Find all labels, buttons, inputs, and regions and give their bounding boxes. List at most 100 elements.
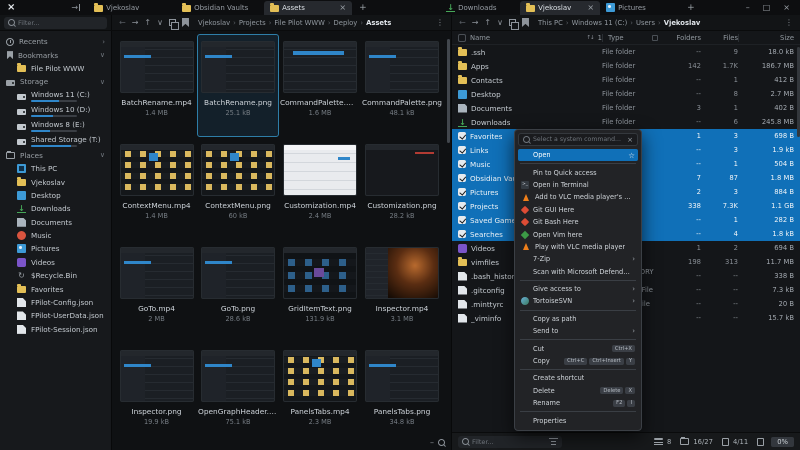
sidebar-item-desktop[interactable]: Desktop bbox=[0, 189, 111, 202]
grid-item-commandpalette-mp4[interactable]: CommandPalette.mp41.6 MB bbox=[279, 34, 361, 137]
column-name[interactable]: Name bbox=[470, 34, 490, 42]
file-row-ssh[interactable]: .sshFile folder--918.0 kB bbox=[452, 45, 800, 59]
back-icon[interactable]: ← bbox=[116, 18, 129, 28]
file-row-downloads[interactable]: ↓DownloadsFile folder--6245.8 MB bbox=[452, 115, 800, 129]
close-icon[interactable]: × bbox=[587, 3, 594, 12]
up-icon[interactable]: ↑ bbox=[141, 18, 154, 28]
file-row-documents[interactable]: DocumentsFile folder31402 B bbox=[452, 101, 800, 115]
more-options-icon[interactable]: ⋮ bbox=[782, 18, 796, 28]
breadcrumb-item[interactable]: Assets bbox=[366, 19, 391, 27]
star-icon[interactable]: ☆ bbox=[628, 151, 635, 160]
breadcrumb-item[interactable]: This PC bbox=[538, 19, 563, 27]
file-row-desktop[interactable]: DesktopFile folder--82.7 MB bbox=[452, 87, 800, 101]
grid-item-batchrename-mp4[interactable]: BatchRename.mp41.4 MB bbox=[116, 34, 197, 137]
menu-item-cut[interactable]: CutCtrl+X bbox=[518, 342, 638, 354]
checkbox[interactable] bbox=[458, 230, 466, 238]
sidebar-item-fpilot-userdata-json[interactable]: FPilot-UserData.json bbox=[0, 309, 111, 322]
column-type[interactable]: Type bbox=[608, 34, 624, 42]
checkbox[interactable] bbox=[458, 174, 466, 182]
grid-item-customization-mp4[interactable]: Customization.mp42.4 MB bbox=[279, 137, 361, 240]
sidebar-item-windows-10-d[interactable]: Windows 10 (D:) bbox=[0, 104, 111, 119]
menu-item-scan-with-microsoft-defender[interactable]: Scan with Microsoft Defender... bbox=[518, 266, 638, 278]
column-folders[interactable]: Folders bbox=[664, 34, 701, 42]
sort-icon[interactable]: ↑↓ bbox=[586, 35, 593, 41]
tab-assets[interactable]: Assets× bbox=[264, 1, 352, 15]
tab-obsidian-vaults[interactable]: Obsidian Vaults bbox=[176, 1, 264, 15]
grid-item-commandpalette-png[interactable]: CommandPalette.png48.1 kB bbox=[361, 34, 443, 137]
back-icon[interactable]: ← bbox=[456, 18, 469, 28]
sidebar-item-music[interactable]: Music bbox=[0, 229, 111, 242]
sidebar-item-windows-11-c[interactable]: Windows 11 (C:) bbox=[0, 89, 111, 104]
checkbox[interactable] bbox=[458, 188, 466, 196]
menu-item-git-bash-here[interactable]: Git Bash Here bbox=[518, 216, 638, 228]
sidebar-item-downloads[interactable]: ↓Downloads bbox=[0, 202, 111, 215]
new-tab-button[interactable]: + bbox=[352, 3, 374, 13]
menu-item-7-zip[interactable]: 7-Zip› bbox=[518, 253, 638, 265]
menu-item-rename[interactable]: RenameF2I bbox=[518, 397, 638, 409]
menu-item-git-gui-here[interactable]: Git GUI Here bbox=[518, 204, 638, 216]
close-button[interactable]: × bbox=[783, 3, 790, 12]
close-icon[interactable]: × bbox=[339, 3, 346, 12]
sidebar-item-pictures[interactable]: Pictures bbox=[0, 242, 111, 255]
breadcrumb-item[interactable]: Vjekoslav bbox=[198, 19, 230, 27]
sidebar-filter[interactable] bbox=[4, 17, 107, 29]
sidebar-item-this-pc[interactable]: This PC bbox=[0, 162, 111, 175]
sidebar-item-recycle-bin[interactable]: ↻$Recycle.Bin bbox=[0, 269, 111, 282]
menu-item-open[interactable]: Open☆ bbox=[518, 149, 638, 161]
select-all-checkbox[interactable] bbox=[458, 34, 466, 42]
bookmark-icon[interactable] bbox=[522, 18, 529, 27]
history-chevron-icon[interactable]: ∨ bbox=[154, 18, 166, 28]
grid-item-opengraphheader-png[interactable]: OpenGraphHeader.png75.1 kB bbox=[197, 343, 279, 446]
grid-item-contextmenu-mp4[interactable]: ContextMenu.mp41.4 MB bbox=[116, 137, 197, 240]
sidebar-section-recents[interactable]: Recents› bbox=[0, 35, 111, 48]
list-filter-input[interactable] bbox=[472, 438, 546, 446]
grid-item-goto-mp4[interactable]: GoTo.mp42 MB bbox=[116, 240, 197, 343]
sidebar-item-documents[interactable]: Documents bbox=[0, 216, 111, 229]
new-tab-button[interactable]: + bbox=[680, 3, 702, 13]
menu-item-play-with-vlc-media-player[interactable]: Play with VLC media player bbox=[518, 241, 638, 253]
breadcrumb-item[interactable]: Users bbox=[636, 19, 655, 27]
grid-item-griditemtext-png[interactable]: GridItemText.png131.9 kB bbox=[279, 240, 361, 343]
sidebar-item-fpilot-session-json[interactable]: FPilot-Session.json bbox=[0, 323, 111, 336]
menu-item-give-access-to[interactable]: Give access to› bbox=[518, 283, 638, 295]
checkbox[interactable] bbox=[458, 216, 466, 224]
menu-item-open-vim-here[interactable]: Open Vim here bbox=[518, 228, 638, 240]
column-option-icon[interactable] bbox=[652, 35, 658, 41]
grid-item-contextmenu-png[interactable]: ContextMenu.png60 kB bbox=[197, 137, 279, 240]
sidebar-section-places[interactable]: Places∨ bbox=[0, 149, 111, 162]
checkbox[interactable] bbox=[458, 132, 466, 140]
grid-item-batchrename-png[interactable]: BatchRename.png25.1 kB bbox=[197, 34, 279, 137]
menu-item-copy-as-path[interactable]: Copy as path bbox=[518, 313, 638, 325]
breadcrumb-item[interactable]: Projects bbox=[239, 19, 266, 27]
file-row-contacts[interactable]: ContactsFile folder--1412 B bbox=[452, 73, 800, 87]
menu-item-pin-to-quick-access[interactable]: Pin to Quick access bbox=[518, 166, 638, 178]
grid-item-customization-png[interactable]: Customization.png28.2 kB bbox=[361, 137, 443, 240]
history-chevron-icon[interactable]: ∨ bbox=[494, 18, 506, 28]
menu-item-tortoisesvn[interactable]: TortoiseSVN› bbox=[518, 295, 638, 307]
command-search-input[interactable] bbox=[533, 136, 624, 143]
sidebar-section-bookmarks[interactable]: Bookmarks∨ bbox=[0, 48, 111, 61]
checkbox[interactable] bbox=[458, 146, 466, 154]
sidebar-item-vjekoslav[interactable]: Vjekoslav bbox=[0, 175, 111, 188]
forward-icon[interactable]: → bbox=[469, 18, 482, 28]
grid-item-inspector-mp4[interactable]: Inspector.mp43.1 MB bbox=[361, 240, 443, 343]
sidebar-item-fpilot-config-json[interactable]: FPilot-Config.json bbox=[0, 296, 111, 309]
copy-path-icon[interactable] bbox=[169, 19, 176, 26]
scrollbar[interactable] bbox=[447, 39, 450, 143]
maximize-button[interactable]: □ bbox=[763, 3, 771, 12]
sidebar-item-videos[interactable]: Videos bbox=[0, 256, 111, 269]
tab-pin-icon[interactable]: → bbox=[71, 3, 80, 12]
forward-icon[interactable]: → bbox=[129, 18, 142, 28]
tab-downloads[interactable]: ↓Downloads bbox=[440, 1, 520, 15]
more-options-icon[interactable]: ⋮ bbox=[433, 18, 447, 28]
sidebar-item-favorites[interactable]: Favorites bbox=[0, 282, 111, 295]
menu-item-properties[interactable]: Properties bbox=[518, 414, 638, 426]
menu-item-open-in-terminal[interactable]: Open in Terminal bbox=[518, 179, 638, 191]
grid-item-panelstabs-mp4[interactable]: PanelsTabs.mp42.3 MB bbox=[279, 343, 361, 446]
close-icon[interactable]: × bbox=[627, 136, 633, 144]
file-row-apps[interactable]: AppsFile folder1421.7K186.7 MB bbox=[452, 59, 800, 73]
sidebar-item-file-pilot-www[interactable]: File Pilot WWW bbox=[0, 62, 111, 75]
breadcrumb-item[interactable]: File Pilot WWW bbox=[274, 19, 324, 27]
tab-vjekoslav[interactable]: Vjekoslav× bbox=[520, 1, 600, 15]
grid-item-inspector-png[interactable]: Inspector.png19.9 kB bbox=[116, 343, 197, 446]
